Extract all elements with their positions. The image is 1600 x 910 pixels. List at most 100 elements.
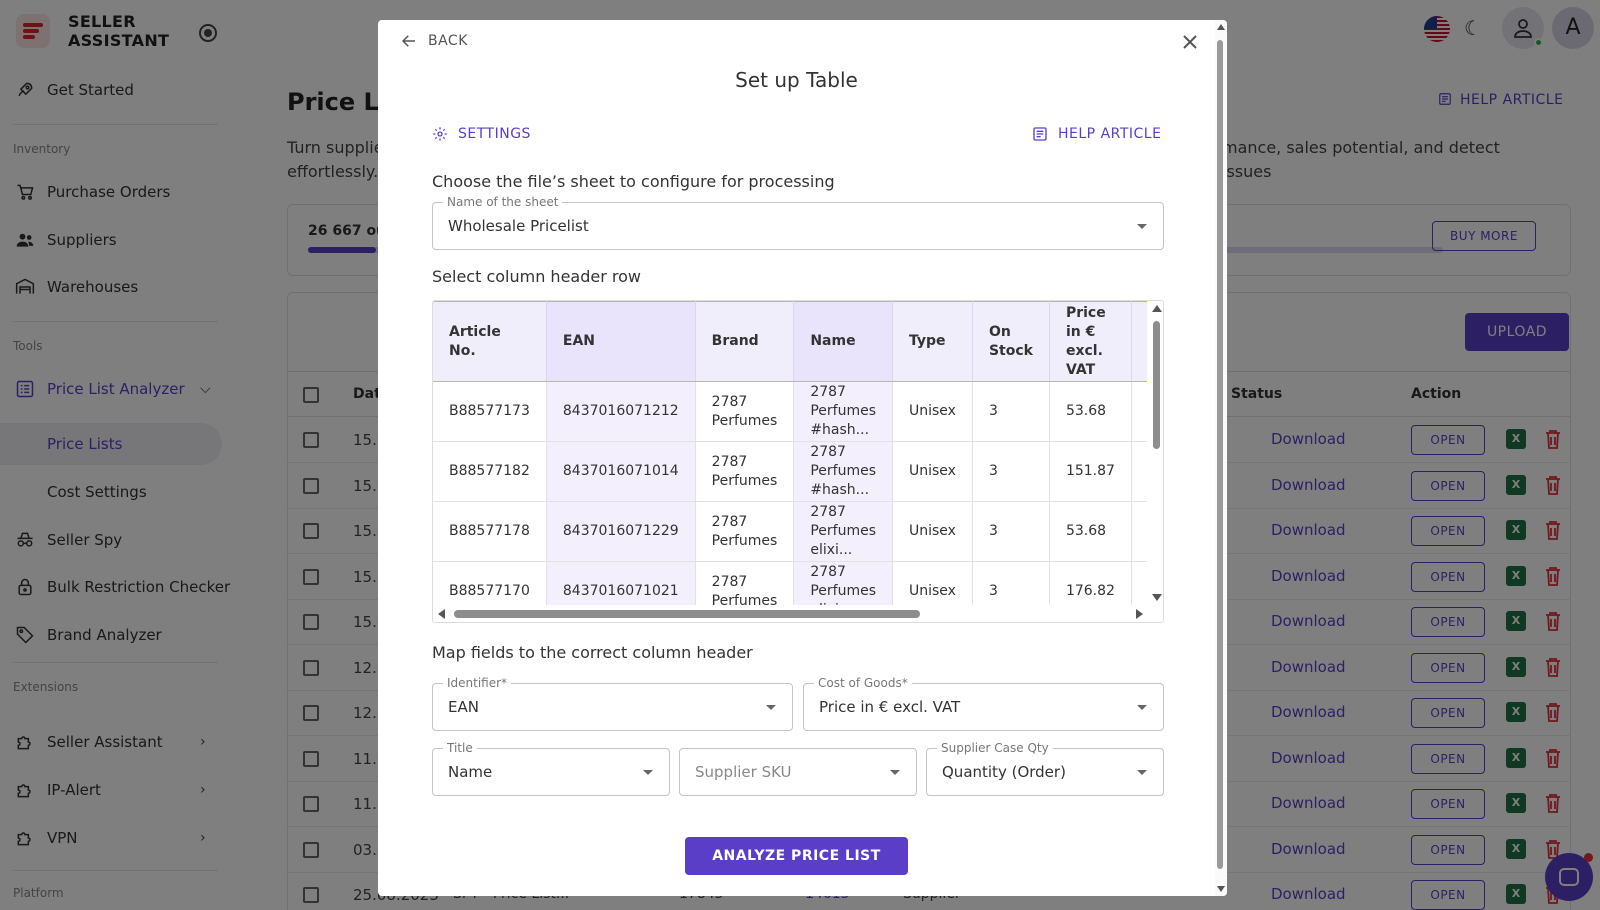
scroll-up-arrow[interactable] <box>1217 24 1225 30</box>
grid-cell: Unisex <box>892 441 973 502</box>
caret-down-icon <box>1137 705 1147 710</box>
scroll-right-arrow[interactable] <box>1136 609 1143 619</box>
grid-cell <box>1131 501 1147 562</box>
grid-column-header[interactable]: Quantity (Order) <box>1131 301 1147 382</box>
grid-cell: Unisex <box>892 561 973 605</box>
caret-down-icon <box>643 770 653 775</box>
grid-cell: 8437016071212 <box>546 381 696 442</box>
grid-cell-text: 3 <box>988 463 998 479</box>
grid-row[interactable]: B88577178 8437016071229 2787 Perfumes 2787 … <box>433 501 1147 562</box>
help-article-link[interactable]: HELP ARTICLE <box>1032 126 1161 142</box>
scroll-down-arrow[interactable] <box>1152 594 1162 601</box>
caret-down-icon <box>766 705 776 710</box>
grid-cell: B88577170 <box>433 561 547 605</box>
title-select[interactable]: Title Name <box>432 741 670 796</box>
arrow-left-icon <box>401 35 415 47</box>
identifier-select[interactable]: Identifier* EAN <box>432 676 793 731</box>
grid-cell-text: B88577170 <box>449 583 530 599</box>
grid-row[interactable]: B88577170 8437016071021 2787 Perfumes 2787 … <box>433 561 1147 606</box>
field-value: Name <box>448 763 493 781</box>
grid-column-header[interactable]: Price in € excl. VAT <box>1049 301 1132 382</box>
setup-table-dialog: BACK Set up Table SETTINGS HELP ARTICLE … <box>378 20 1227 896</box>
grid-cell: 3 <box>972 381 1050 442</box>
grid-cell: 2787 Perfumes #hash... <box>793 381 893 442</box>
grid-cell <box>1131 441 1147 502</box>
grid-cell-text: 3 <box>988 583 998 599</box>
grid-cell: 8437016071021 <box>546 561 696 605</box>
grid-cell: 3 <box>972 501 1050 562</box>
map-section-label: Map fields to the correct column header <box>432 643 753 662</box>
header-row-section-label: Select column header row <box>432 267 641 286</box>
grid-cell-text: B88577173 <box>449 403 530 419</box>
grid-cell <box>1131 381 1147 442</box>
back-label: BACK <box>428 33 468 49</box>
grid-row[interactable]: B88577173 8437016071212 2787 Perfumes 2787 … <box>433 381 1147 442</box>
grid-cell: 2787 Perfumes <box>695 561 795 606</box>
grid-cell <box>1131 561 1147 605</box>
scroll-thumb[interactable] <box>1217 40 1223 869</box>
field-label: Name of the sheet <box>443 195 563 209</box>
grid-column-header[interactable]: Article No. <box>433 301 547 382</box>
grid-cell: 3 <box>972 561 1050 605</box>
grid-column-header[interactable]: Brand <box>695 301 795 382</box>
help-article-label: HELP ARTICLE <box>1058 126 1162 142</box>
grid-cell-text: 8437016071021 <box>562 583 679 599</box>
grid-vertical-scrollbar[interactable] <box>1149 301 1163 605</box>
grid-column-header[interactable]: EAN <box>546 301 696 382</box>
field-label: Identifier* <box>443 676 512 690</box>
grid-horizontal-scrollbar[interactable] <box>433 607 1147 621</box>
grid-cell-text: 2787 Perfumes elixi... <box>810 504 876 558</box>
grid-cell-text: 2787 Perfumes <box>711 513 778 549</box>
grid-row[interactable]: B88577182 8437016071014 2787 Perfumes 2787 … <box>433 441 1147 502</box>
grid-cell: B88577178 <box>433 501 547 562</box>
grid-column-header[interactable]: Name <box>793 301 893 382</box>
sheet-section-label: Choose the file’s sheet to configure for… <box>432 172 835 191</box>
grid-cell-text: 8437016071212 <box>562 403 679 419</box>
scroll-left-arrow[interactable] <box>438 609 445 619</box>
grid-cell-text: 2787 Perfumes <box>711 453 778 489</box>
grid-column-header[interactable]: On Stock <box>972 301 1050 382</box>
grid-cell-text: Unisex <box>908 463 956 479</box>
grid-cell-text: 2787 Perfumes #hash... <box>810 384 876 438</box>
dialog-title: Set up Table <box>735 68 858 92</box>
grid-cell: 2787 Perfumes #hash... <box>793 441 893 502</box>
field-placeholder: Supplier SKU <box>695 763 792 781</box>
grid-cell-text: 3 <box>988 523 998 539</box>
grid-cell-text: Unisex <box>908 583 956 599</box>
dialog-scrollbar[interactable] <box>1215 20 1227 896</box>
article-icon <box>1033 127 1047 141</box>
cost-of-goods-select[interactable]: Cost of Goods* Price in € excl. VAT <box>803 676 1164 731</box>
back-button[interactable]: BACK <box>400 32 468 50</box>
sheet-preview-grid: Article No. EAN Brand Name Type On Stock Price… <box>432 300 1164 623</box>
scroll-up-arrow[interactable] <box>1152 305 1162 312</box>
analyze-price-list-button[interactable]: ANALYZE PRICE LIST <box>685 837 908 875</box>
grid-cell: 176.82 <box>1049 561 1132 605</box>
scroll-thumb[interactable] <box>1153 321 1160 449</box>
grid-cell: 8437016071229 <box>546 501 696 562</box>
grid-cell-text: Unisex <box>908 403 956 419</box>
grid-cell-text: B88577178 <box>449 523 530 539</box>
grid-viewport: Article No. EAN Brand Name Type On Stock Price… <box>433 301 1147 605</box>
grid-cell-text: 2787 Perfumes elixi... <box>810 564 876 605</box>
scroll-thumb[interactable] <box>454 610 920 618</box>
close-icon[interactable] <box>1178 30 1202 54</box>
grid-cell: 2787 Perfumes elixi... <box>793 501 893 562</box>
settings-link[interactable]: SETTINGS <box>432 126 531 142</box>
grid-column-header[interactable]: Type <box>892 301 973 382</box>
supplier-sku-select[interactable]: Supplier SKU <box>679 748 917 796</box>
grid-cell-text: 176.82 <box>1065 583 1115 599</box>
grid-cell-text: B88577182 <box>449 463 530 479</box>
caret-down-icon <box>1137 770 1147 775</box>
scroll-down-arrow[interactable] <box>1217 886 1225 892</box>
sheet-select[interactable]: Name of the sheet Wholesale Pricelist <box>432 195 1164 250</box>
grid-cell: 8437016071014 <box>546 441 696 502</box>
supplier-case-qty-select[interactable]: Supplier Case Qty Quantity (Order) <box>926 741 1164 796</box>
field-value: Wholesale Pricelist <box>448 217 589 235</box>
caret-down-icon <box>890 770 900 775</box>
grid-cell: 53.68 <box>1049 501 1132 562</box>
grid-cell-text: 53.68 <box>1065 403 1107 419</box>
field-label: Title <box>443 741 477 755</box>
grid-cell-text: 2787 Perfumes <box>711 393 778 429</box>
field-value: Quantity (Order) <box>942 763 1066 781</box>
grid-cell-text: 2787 Perfumes <box>711 573 778 606</box>
